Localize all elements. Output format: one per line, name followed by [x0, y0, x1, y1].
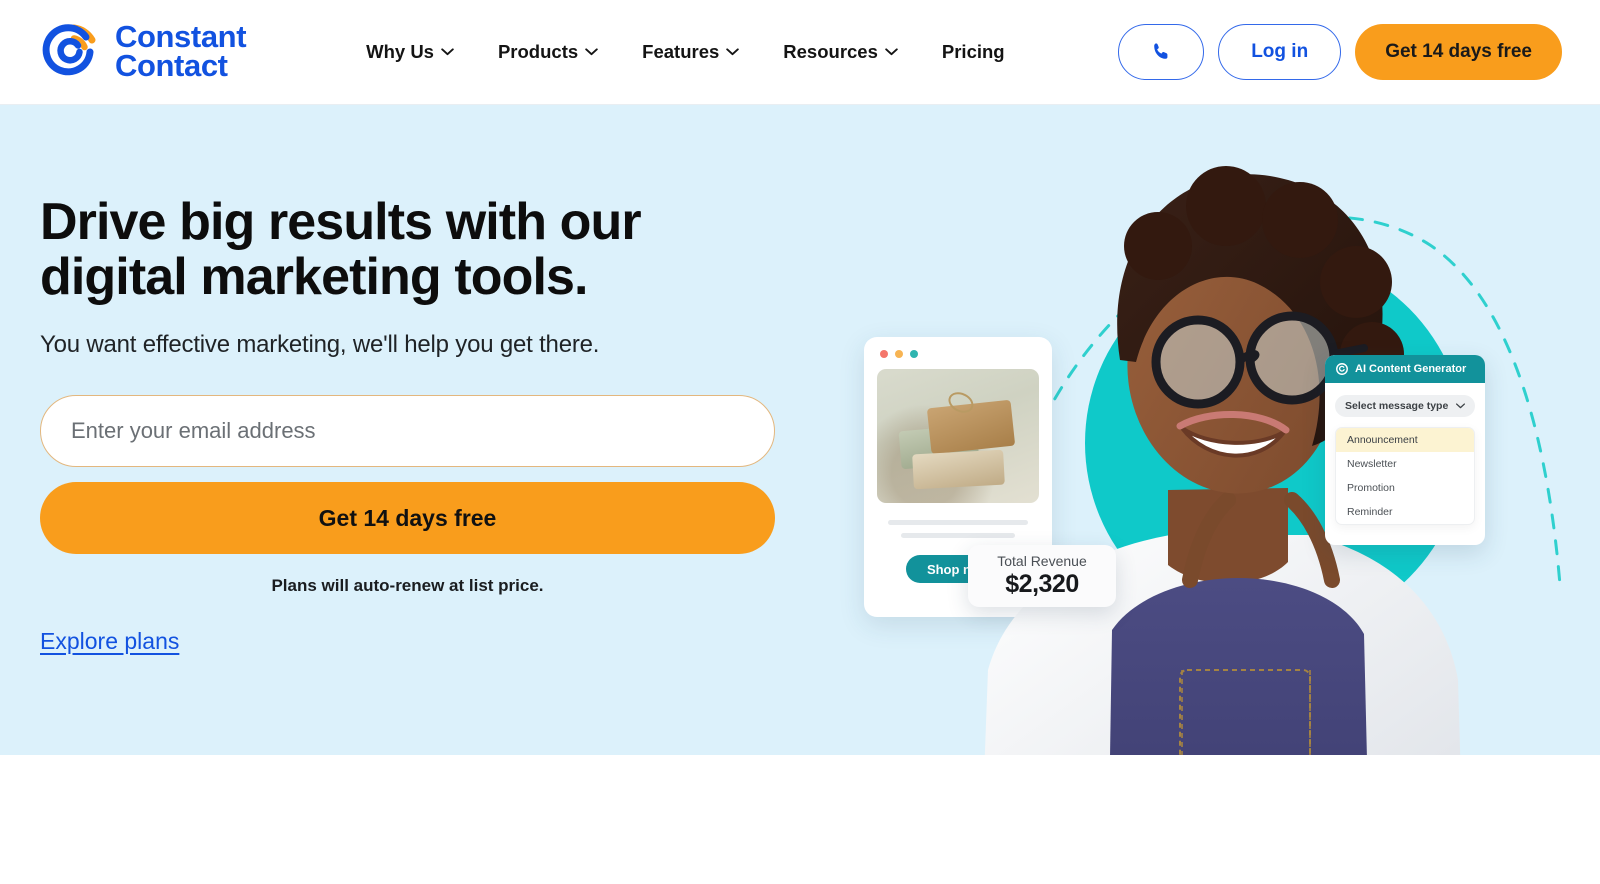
nav-label: Pricing: [941, 41, 1005, 62]
trial-label: Get 14 days free: [1385, 41, 1532, 62]
chevron-down-icon: [885, 48, 898, 56]
ai-content-generator-panel: AI Content Generator Select message type…: [1325, 355, 1485, 545]
chevron-down-icon: [585, 48, 598, 56]
nav-label: Resources: [783, 41, 878, 62]
nav-item-why-us[interactable]: Why Us: [366, 41, 454, 63]
page-title: Drive big results with our digital marke…: [40, 193, 642, 307]
total-revenue-card: Total Revenue $2,320: [968, 545, 1116, 607]
nav-item-products[interactable]: Products: [498, 41, 598, 63]
nav-label: Features: [642, 41, 720, 62]
explore-plans-link[interactable]: Explore plans: [40, 628, 179, 655]
message-type-option-reminder[interactable]: Reminder: [1336, 500, 1474, 524]
login-button[interactable]: Log in: [1218, 24, 1342, 80]
main-navigation: Why Us Products Features Resources Prici…: [366, 41, 1004, 63]
phone-icon: [1154, 43, 1168, 59]
header-actions: Log in Get 14 days free: [1118, 24, 1562, 80]
auto-renew-note: Plans will auto-renew at list price.: [271, 576, 544, 596]
phone-button[interactable]: [1118, 24, 1205, 80]
hero-copy: Drive big results with our digital marke…: [40, 193, 780, 655]
hero-section: Drive big results with our digital marke…: [0, 105, 1600, 884]
ai-panel-header: AI Content Generator: [1325, 355, 1485, 383]
hero-subtitle: You want effective marketing, we'll help…: [40, 331, 600, 359]
nav-label: Products: [497, 41, 579, 62]
nav-label: Why Us: [366, 41, 434, 62]
get-trial-button-hero[interactable]: Get 14 days free: [40, 482, 775, 555]
chevron-down-icon: [1456, 403, 1465, 409]
logo[interactable]: Constant Contact: [40, 20, 247, 84]
message-type-option-newsletter[interactable]: Newsletter: [1336, 452, 1474, 476]
page-root: Constant Contact Why Us Products Feature…: [0, 0, 1600, 884]
message-type-option-promotion[interactable]: Promotion: [1336, 476, 1474, 500]
login-label: Log in: [1251, 41, 1309, 62]
ai-panel-title: AI Content Generator: [1355, 363, 1467, 375]
window-dot-orange: [895, 350, 903, 358]
message-type-select-label: Select message type: [1345, 400, 1449, 412]
revenue-value: $2,320: [1005, 570, 1079, 598]
logo-text: Constant Contact: [115, 22, 247, 83]
message-type-select[interactable]: Select message type: [1335, 395, 1475, 417]
nav-item-features[interactable]: Features: [642, 41, 740, 63]
message-type-options: Announcement Newsletter Promotion Remind…: [1335, 427, 1475, 525]
constant-contact-mark-icon: [1336, 363, 1348, 375]
site-header: Constant Contact Why Us Products Feature…: [0, 0, 1600, 105]
email-input[interactable]: [40, 395, 775, 468]
window-dot-red: [880, 350, 888, 358]
chevron-down-icon: [726, 48, 740, 56]
page-body-area: [0, 755, 1600, 884]
revenue-label: Total Revenue: [997, 553, 1087, 569]
nav-item-pricing[interactable]: Pricing: [942, 41, 1005, 63]
logo-line-2: Contact: [115, 48, 228, 83]
hero-cta-label: Get 14 days free: [318, 504, 497, 531]
get-trial-button-header[interactable]: Get 14 days free: [1355, 24, 1562, 80]
nav-item-resources[interactable]: Resources: [783, 41, 898, 63]
constant-contact-logo-icon: [40, 20, 104, 84]
message-type-option-announcement[interactable]: Announcement: [1336, 428, 1474, 452]
chevron-down-icon: [441, 48, 454, 56]
window-dot-teal: [910, 350, 918, 358]
